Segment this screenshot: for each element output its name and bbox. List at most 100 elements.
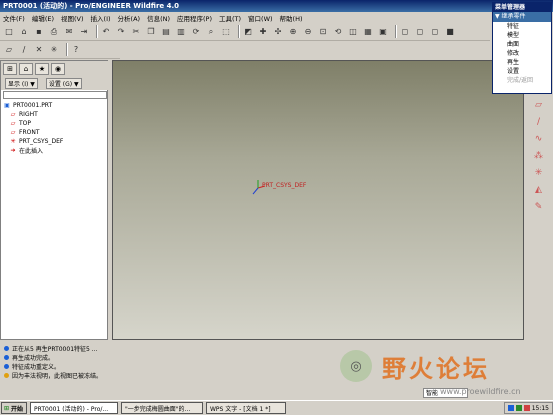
message-text: 特征成功重定义。 — [12, 364, 61, 371]
message-line: 因为丰法视明，此视图已被冻结。 — [4, 371, 336, 380]
layers-icon[interactable]: ▦ — [362, 26, 374, 38]
selection-box-icon[interactable]: ⬚ — [220, 26, 232, 38]
part-icon: ▣ — [4, 102, 10, 109]
view-manager-icon[interactable]: ▣ — [377, 26, 389, 38]
datum-axis-display-icon[interactable]: ∕ — [18, 44, 30, 56]
datum-plane-tool-icon[interactable]: ▱ — [532, 98, 546, 112]
repaint-icon[interactable]: ◩ — [242, 26, 254, 38]
menu-tools[interactable]: 工具(T) — [219, 13, 241, 23]
menu-manager-item[interactable]: 特征 — [493, 22, 551, 31]
cut-icon[interactable]: ✂ — [130, 26, 142, 38]
tree-item[interactable]: ▱ RIGHT — [3, 110, 107, 119]
datum-point-tool-icon[interactable]: ⁂ — [532, 149, 546, 163]
orient-mode-icon[interactable]: ✣ — [272, 26, 284, 38]
zoom-in-icon[interactable]: ⊕ — [287, 26, 299, 38]
send-icon[interactable]: ⇥ — [78, 26, 90, 38]
paste-icon[interactable]: ▤ — [160, 26, 172, 38]
reorient-icon[interactable]: ⟲ — [332, 26, 344, 38]
folder-browser-tab-icon[interactable]: ⌂ — [19, 63, 33, 75]
tree-item[interactable]: ▱ FRONT — [3, 128, 107, 137]
menu-manager-item[interactable]: 再生 — [493, 58, 551, 67]
message-text: 正在从5 再生PRT0001特征5 ... — [12, 346, 98, 353]
antivirus-icon[interactable] — [523, 405, 530, 411]
main-toolbar: □ ⌂ ▪ ⎙ ✉ ⇥ ↶ ↷ ✂ ❐ ▤ ▥ ⟳ ⌕ ⬚ ◩ ✚ ✣ ⊕ ⊖ … — [0, 23, 490, 41]
tree-item[interactable]: ➔ 在此插入 — [3, 146, 107, 155]
favorites-tab-icon[interactable]: ★ — [35, 63, 49, 75]
email-icon[interactable]: ✉ — [63, 26, 75, 38]
no-hidden-icon[interactable]: ◻ — [429, 26, 441, 38]
menu-manager-item[interactable]: 修改 — [493, 49, 551, 58]
menu-applications[interactable]: 应用程序(P) — [177, 13, 212, 23]
menu-manager-item[interactable]: 设置 — [493, 67, 551, 76]
search-tool-icon[interactable]: ⌕ — [205, 26, 217, 38]
taskbar-item[interactable]: "一步完成梅圆曲面"的... — [121, 402, 203, 414]
csys-tool-icon[interactable]: ✳ — [532, 166, 546, 180]
settings-dropdown[interactable]: 设置 (G) ▼ — [45, 78, 82, 89]
shading-icon[interactable]: ■ — [444, 26, 456, 38]
insert-here-icon: ➔ — [10, 147, 16, 154]
message-text: 因为丰法视明，此视图已被冻结。 — [12, 373, 103, 380]
datum-plane-display-icon[interactable]: ▱ — [3, 44, 15, 56]
menu-analysis[interactable]: 分析(A) — [118, 13, 141, 23]
tree-filter-input[interactable] — [3, 91, 107, 99]
datum-point-display-icon[interactable]: ✕ — [33, 44, 45, 56]
paste-special-icon[interactable]: ▥ — [175, 26, 187, 38]
context-help-icon[interactable]: ? — [70, 44, 82, 56]
wireframe-icon[interactable]: ◻ — [399, 26, 411, 38]
tree-item-label: 在此插入 — [19, 148, 44, 155]
saved-views-icon[interactable]: ◫ — [347, 26, 359, 38]
menu-manager-title: 菜单管理器 — [493, 3, 551, 12]
menu-manager-submenu[interactable]: ▼ 继承零件 — [493, 12, 551, 22]
new-file-icon[interactable]: □ — [3, 26, 15, 38]
datum-curve-tool-icon[interactable]: ∿ — [532, 132, 546, 146]
menu-info[interactable]: 信息(N) — [147, 13, 170, 23]
menu-window[interactable]: 窗口(W) — [248, 13, 273, 23]
menu-edit[interactable]: 编辑(E) — [32, 13, 54, 23]
spin-center-icon[interactable]: ✚ — [257, 26, 269, 38]
menu-view[interactable]: 视图(V) — [61, 13, 84, 23]
zoom-out-icon[interactable]: ⊖ — [302, 26, 314, 38]
refit-icon[interactable]: ⊡ — [317, 26, 329, 38]
copy-icon[interactable]: ❐ — [145, 26, 157, 38]
undo-icon[interactable]: ↶ — [100, 26, 112, 38]
toolbar-divider — [66, 43, 67, 56]
csys-display-icon[interactable]: ✳ — [48, 44, 60, 56]
menu-manager: 菜单管理器 ▼ 继承零件 特征 模型 曲面 修改 再生 设置 完成/返回 — [492, 2, 552, 94]
analysis-tool-icon[interactable]: ◭ — [532, 183, 546, 197]
taskbar-item[interactable]: PRT0001 (活动的) - Pro/... — [30, 402, 118, 414]
message-line: 特征成功重定义。 — [4, 362, 336, 371]
open-folder-icon[interactable]: ⌂ — [18, 26, 30, 38]
menu-insert[interactable]: 插入(I) — [91, 13, 111, 23]
menu-file[interactable]: 文件(F) — [3, 13, 25, 23]
redo-icon[interactable]: ↷ — [115, 26, 127, 38]
menu-manager-done-item: 完成/返回 — [507, 77, 534, 84]
navigator-tabs: ⊞ ⌂ ★ ◉ — [1, 61, 109, 77]
toolbar-divider — [96, 25, 97, 38]
watermark-url: www.proewildfire.cn — [440, 387, 521, 396]
connections-tab-icon[interactable]: ◉ — [51, 63, 65, 75]
datum-axis-tool-icon[interactable]: ∕ — [532, 115, 546, 129]
start-button[interactable]: ⊞ 开始 — [1, 402, 27, 414]
taskbar-item[interactable]: WPS 文字 - [文档 1 *] — [206, 402, 286, 414]
menu-manager-item[interactable]: 模型 — [493, 31, 551, 40]
sketch-tool-icon[interactable]: ✎ — [532, 200, 546, 214]
menu-manager-item[interactable]: 曲面 — [493, 40, 551, 49]
regenerate-icon[interactable]: ⟳ — [190, 26, 202, 38]
show-dropdown[interactable]: 显示 (I) ▼ — [5, 78, 38, 89]
model-tree-tab-icon[interactable]: ⊞ — [3, 63, 17, 75]
tree-item[interactable]: ▱ TOP — [3, 119, 107, 128]
datum-plane-icon: ▱ — [10, 129, 16, 136]
message-line: 再生成功完成。 — [4, 353, 336, 362]
tree-item[interactable]: ✳ PRT_CSYS_DEF — [3, 137, 107, 146]
menu-help[interactable]: 帮助(H) — [280, 13, 303, 23]
info-icon — [4, 346, 9, 351]
tree-item-label: FRONT — [19, 129, 40, 136]
hidden-line-icon[interactable]: ◻ — [414, 26, 426, 38]
save-icon[interactable]: ▪ — [33, 26, 45, 38]
network-icon[interactable] — [507, 405, 514, 411]
graphics-window[interactable] — [112, 60, 524, 340]
print-icon[interactable]: ⎙ — [48, 26, 60, 38]
security-icon[interactable] — [515, 405, 522, 411]
tree-item[interactable]: ▣ PRT0001.PRT — [3, 101, 107, 110]
model-tree: ▣ PRT0001.PRT ▱ RIGHT ▱ TOP ▱ FRONT ✳ PR… — [3, 101, 107, 155]
